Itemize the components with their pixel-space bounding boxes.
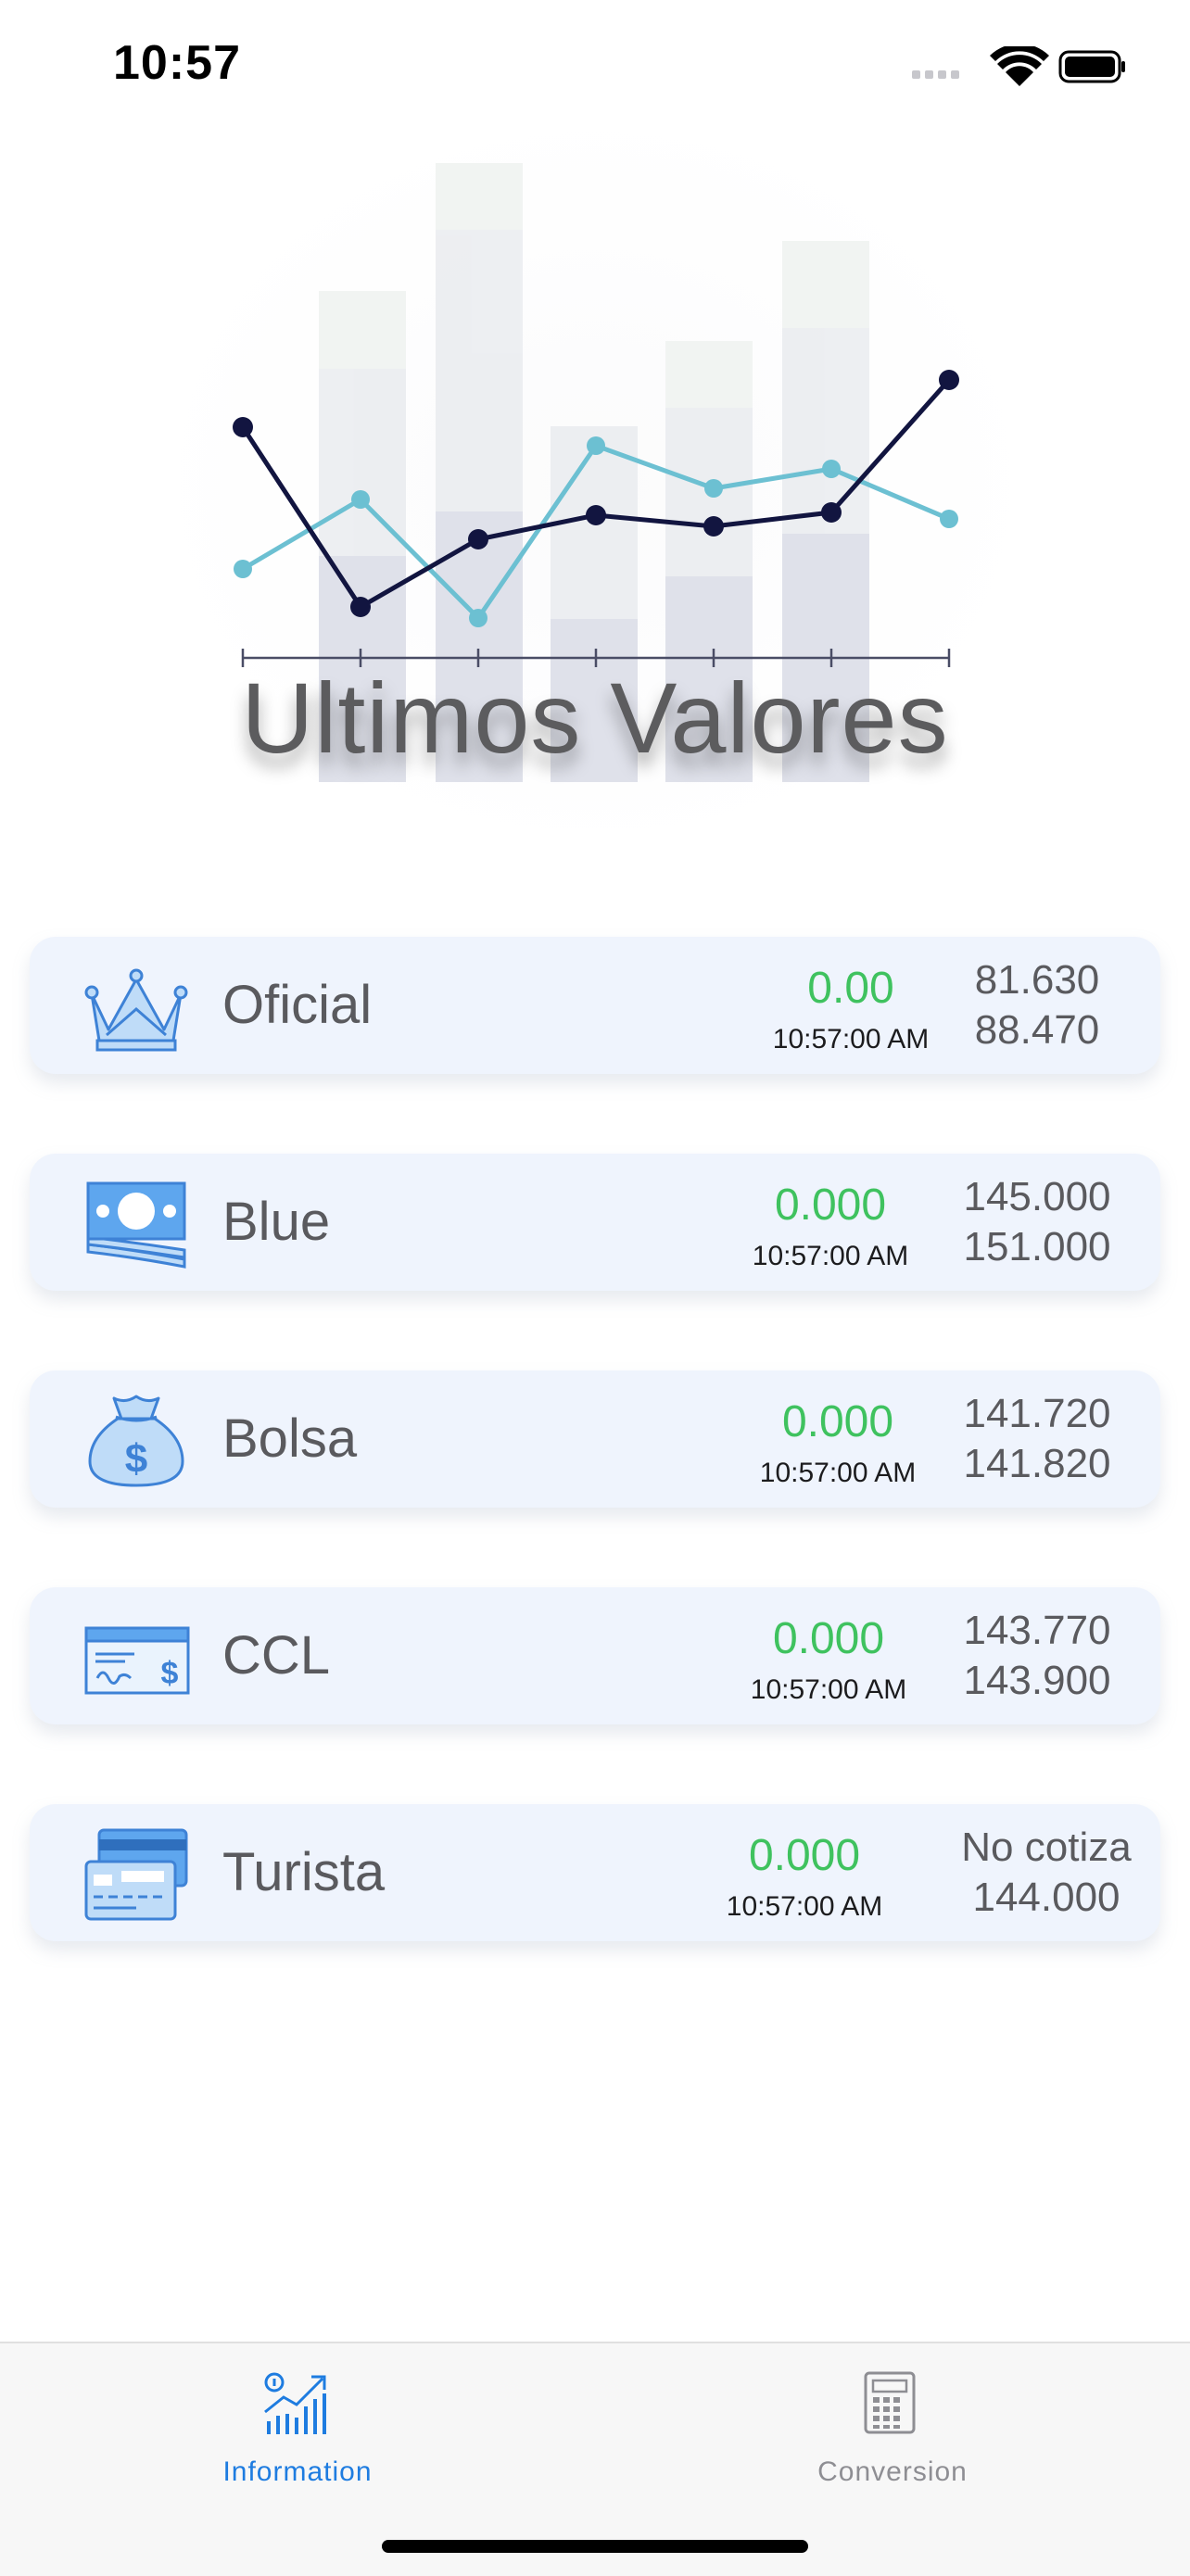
status-icons xyxy=(912,46,1125,87)
rate-sell: 143.900 xyxy=(963,1658,1111,1703)
signal-icon xyxy=(912,70,959,79)
svg-text:$: $ xyxy=(125,1436,147,1482)
tab-information[interactable]: Information xyxy=(0,2343,595,2492)
rate-change: 0.000 xyxy=(781,1397,894,1446)
rate-sell: 88.470 xyxy=(974,1007,1100,1053)
status-time: 10:57 xyxy=(113,36,241,90)
rate-change: 0.000 xyxy=(748,1831,861,1880)
rate-change: 0.000 xyxy=(774,1181,887,1230)
status-bar: 10:57 xyxy=(0,0,1190,130)
home-indicator[interactable] xyxy=(382,2540,808,2553)
rate-card-blue[interactable]: Blue 0.000 10:57:00 AM 145.000 151.000 xyxy=(30,1154,1160,1291)
rate-name: Turista xyxy=(222,1842,386,1902)
credit-cards-icon xyxy=(84,1828,188,1921)
rate-buy: 81.630 xyxy=(974,957,1100,1003)
rate-change: 0.00 xyxy=(807,964,894,1013)
rate-sell: 144.000 xyxy=(972,1875,1120,1920)
wifi-icon xyxy=(990,46,1049,86)
page-title: Ultimos Valores xyxy=(241,662,949,774)
svg-text:$: $ xyxy=(161,1656,179,1691)
chart-icon xyxy=(264,2372,326,2434)
crown-icon xyxy=(84,968,188,1052)
rate-sell: 141.820 xyxy=(963,1441,1111,1486)
rate-buy: 141.720 xyxy=(963,1391,1111,1436)
rate-name: Bolsa xyxy=(222,1408,358,1469)
rate-card-ccl[interactable]: $ CCL 0.000 10:57:00 AM 143.770 143.900 xyxy=(30,1587,1160,1724)
rate-time: 10:57:00 AM xyxy=(772,1024,930,1054)
rate-name: Blue xyxy=(222,1192,331,1252)
rate-buy: 145.000 xyxy=(963,1174,1111,1219)
tab-conversion[interactable]: Conversion xyxy=(595,2343,1190,2492)
rate-time: 10:57:00 AM xyxy=(752,1241,909,1271)
rate-sell: 151.000 xyxy=(963,1224,1111,1269)
rate-card-bolsa[interactable]: $ Bolsa 0.000 10:57:00 AM 141.720 141.82… xyxy=(30,1370,1160,1508)
rate-card-oficial[interactable]: Oficial 0.00 10:57:00 AM 81.630 88.470 xyxy=(30,937,1160,1074)
rate-buy: 143.770 xyxy=(963,1608,1111,1653)
rate-time: 10:57:00 AM xyxy=(726,1891,883,1922)
battery-icon xyxy=(1058,50,1125,83)
check-icon: $ xyxy=(84,1626,190,1695)
tab-conversion-label: Conversion xyxy=(817,2456,968,2487)
money-bag-icon: $ xyxy=(88,1395,184,1487)
rate-change: 0.000 xyxy=(772,1614,885,1663)
banknotes-icon xyxy=(86,1181,186,1269)
rate-time: 10:57:00 AM xyxy=(750,1674,907,1705)
rate-name: CCL xyxy=(222,1625,331,1686)
tab-information-label: Information xyxy=(222,2456,373,2487)
rate-card-turista[interactable]: Turista 0.000 10:57:00 AM No cotiza 144.… xyxy=(30,1804,1160,1941)
calculator-icon xyxy=(864,2371,916,2434)
rate-buy: No cotiza xyxy=(961,1825,1132,1870)
rate-name: Oficial xyxy=(222,975,373,1035)
rate-time: 10:57:00 AM xyxy=(759,1458,917,1488)
